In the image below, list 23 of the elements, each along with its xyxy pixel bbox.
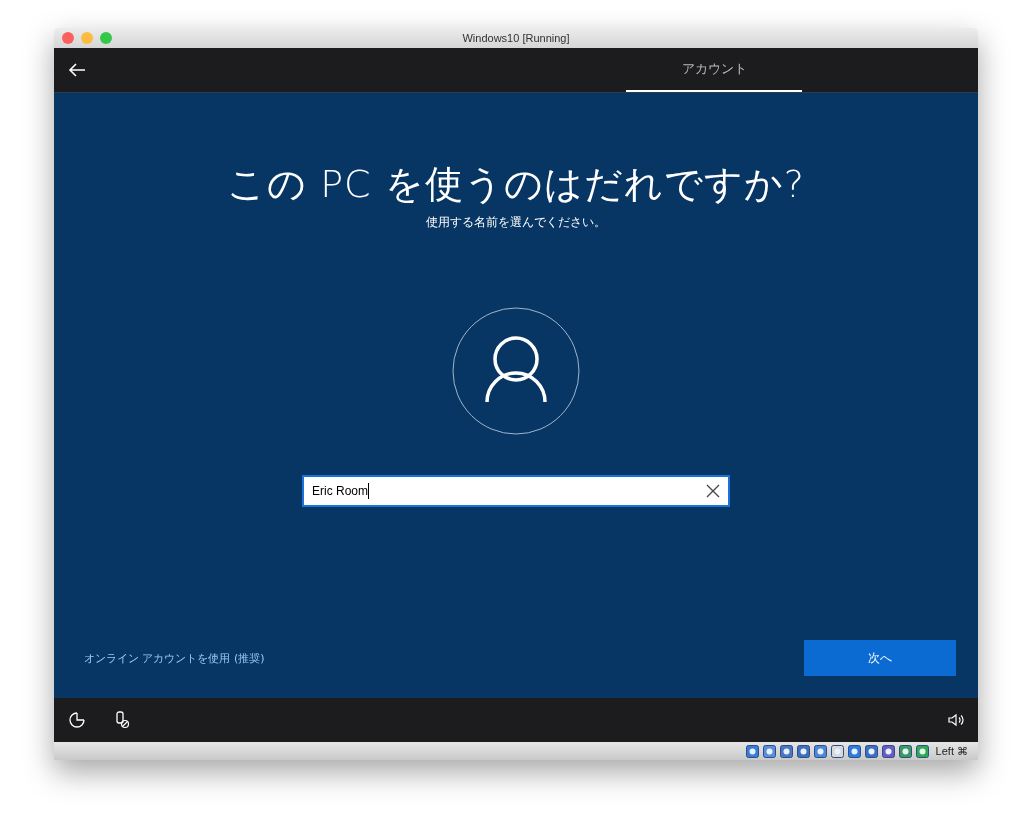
heading: この PC を使うのはだれですか? bbox=[227, 161, 805, 208]
device-status-icon[interactable] bbox=[762, 744, 776, 758]
user-avatar-icon bbox=[452, 307, 580, 435]
online-account-link[interactable]: オンライン アカウントを使用 (推奨) bbox=[84, 650, 265, 666]
name-input-field[interactable]: Eric Room bbox=[302, 475, 730, 507]
device-status-icon[interactable] bbox=[779, 744, 793, 758]
subheading: 使用する名前を選んでください。 bbox=[426, 214, 606, 231]
device-status-icon[interactable] bbox=[847, 744, 861, 758]
window-title: Windows10 [Running] bbox=[462, 32, 570, 44]
device-status-icon[interactable] bbox=[745, 744, 759, 758]
speaker-icon[interactable] bbox=[948, 713, 964, 727]
microphone-off-icon[interactable] bbox=[114, 711, 130, 729]
device-status-icon[interactable] bbox=[813, 744, 827, 758]
device-status-icon[interactable] bbox=[881, 744, 895, 758]
clear-icon[interactable] bbox=[706, 484, 720, 498]
device-status-icon[interactable] bbox=[796, 744, 810, 758]
back-arrow-icon[interactable] bbox=[68, 63, 86, 77]
host-key-label: Left ⌘ bbox=[935, 744, 968, 758]
device-status-icon[interactable] bbox=[915, 744, 929, 758]
device-status-icon[interactable] bbox=[864, 744, 878, 758]
device-status-icon[interactable] bbox=[898, 744, 912, 758]
device-status-icon[interactable] bbox=[830, 744, 844, 758]
next-button[interactable]: 次へ bbox=[804, 640, 956, 676]
